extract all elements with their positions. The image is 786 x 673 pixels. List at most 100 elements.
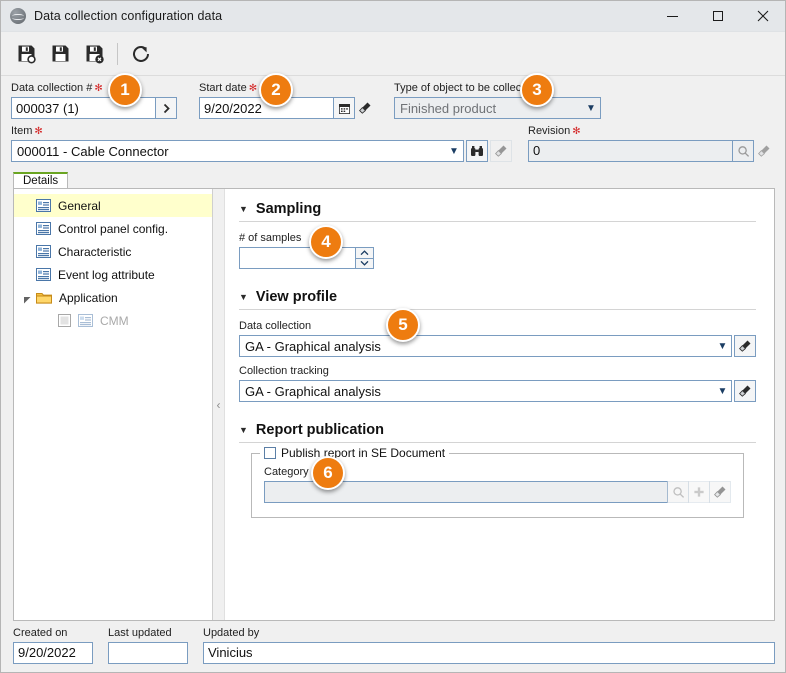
publish-report-checkbox[interactable] <box>264 447 276 459</box>
close-button[interactable] <box>740 1 785 32</box>
maximize-icon <box>712 11 723 21</box>
section-header-sampling[interactable]: ▼ Sampling <box>239 201 756 217</box>
data-collection-next-button[interactable] <box>155 97 177 119</box>
tree-item-label: Application <box>59 290 118 305</box>
details-panel: General Control panel config. Characteri… <box>13 188 775 621</box>
category-search-button[interactable] <box>667 481 689 503</box>
callout-badge-1: 1 <box>108 73 142 107</box>
brush-icon <box>714 486 726 498</box>
chevron-right-icon <box>163 103 170 113</box>
revision-label: Revision ✻ <box>528 125 775 138</box>
magnifier-icon <box>672 486 684 498</box>
tree-item-label: Event log attribute <box>58 267 155 282</box>
revision-value: 0 <box>533 143 541 158</box>
tree-item-application[interactable]: Application <box>14 286 212 309</box>
type-of-object-select[interactable]: Finished product ▼ <box>394 97 601 119</box>
refresh-icon <box>133 45 149 62</box>
last-updated-value-box[interactable] <box>108 642 188 664</box>
section-title: View profile <box>255 289 338 305</box>
tree-item-cmm[interactable]: CMM <box>14 309 212 332</box>
item-value: 000011 - Cable Connector <box>17 143 169 159</box>
type-of-object-label: Type of object to be collected ✻ <box>394 82 601 95</box>
view-profile-data-collection-value: GA - Graphical analysis <box>245 338 381 354</box>
category-clear-button[interactable] <box>709 481 731 503</box>
toolbar-divider <box>117 42 118 65</box>
section-divider <box>239 221 756 222</box>
tree-item-control-panel-config[interactable]: Control panel config. <box>14 217 212 240</box>
form-icon <box>36 199 51 212</box>
tree-item-general[interactable]: General <box>14 194 212 217</box>
minimize-icon <box>667 15 678 17</box>
section-header-view-profile[interactable]: ▼ View profile <box>239 289 756 305</box>
folder-icon <box>36 291 52 304</box>
section-divider <box>239 442 756 443</box>
binoculars-icon <box>471 146 483 156</box>
type-of-object-value: Finished product <box>400 100 497 116</box>
item-select[interactable]: 000011 - Cable Connector ▼ <box>11 140 464 162</box>
last-updated-field-group: Last updated <box>108 627 188 664</box>
maximize-button[interactable] <box>695 1 740 32</box>
callout-badge-2: 2 <box>259 73 293 107</box>
save-and-exit-button[interactable] <box>77 37 111 71</box>
collection-tracking-select[interactable]: GA - Graphical analysis ▼ <box>239 380 733 402</box>
revision-search-button[interactable] <box>732 140 754 162</box>
created-on-value: 9/20/2022 <box>18 645 76 660</box>
section-title: Sampling <box>255 201 322 217</box>
window-controls <box>650 1 785 32</box>
section-header-report-publication[interactable]: ▼ Report publication <box>239 422 756 438</box>
collection-tracking-value: GA - Graphical analysis <box>245 383 381 399</box>
data-collection-label-text: Data collection # <box>11 82 93 94</box>
application-window: Data collection configuration data Data … <box>0 0 786 673</box>
updated-by-value-box[interactable]: Vinicius <box>203 642 775 664</box>
refresh-button[interactable] <box>124 37 158 71</box>
brush-icon <box>739 385 751 397</box>
view-profile-data-collection-select[interactable]: GA - Graphical analysis ▼ <box>239 335 733 357</box>
required-marker: ✻ <box>94 82 103 94</box>
spinner-down-button[interactable] <box>355 258 374 269</box>
callout-badge-5: 5 <box>386 308 420 342</box>
collection-tracking-clear-button[interactable] <box>734 380 756 402</box>
required-marker: ✻ <box>572 125 581 137</box>
expander-collapse-icon[interactable] <box>23 293 32 304</box>
start-date-calendar-button[interactable] <box>333 97 355 119</box>
tree-item-characteristic[interactable]: Characteristic <box>14 240 212 263</box>
start-date-clear-button[interactable] <box>354 97 376 119</box>
checkbox-icon[interactable] <box>58 314 71 327</box>
view-profile-data-collection-clear-button[interactable] <box>734 335 756 357</box>
updated-by-value: Vinicius <box>208 645 253 660</box>
calendar-icon <box>338 103 350 114</box>
publish-report-legend[interactable]: Publish report in SE Document <box>260 446 450 460</box>
item-field-group: Item ✻ 000011 - Cable Connector ▼ <box>11 125 512 162</box>
category-add-button[interactable] <box>688 481 710 503</box>
callout-badge-6: 6 <box>311 456 345 490</box>
item-clear-button[interactable] <box>490 140 512 162</box>
chevron-down-icon <box>360 261 369 266</box>
save-button[interactable] <box>43 37 77 71</box>
panel-splitter[interactable]: ‹ <box>213 189 225 620</box>
created-on-value-box[interactable]: 9/20/2022 <box>13 642 93 664</box>
num-samples-spinner[interactable] <box>355 247 374 269</box>
item-search-button[interactable] <box>466 140 488 162</box>
created-on-field-group: Created on 9/20/2022 <box>13 627 93 664</box>
section-title: Report publication <box>255 422 385 438</box>
data-collection-field-group: Data collection # ✻ <box>11 82 177 119</box>
revision-input[interactable]: 0 <box>528 140 733 162</box>
window-title: Data collection configuration data <box>34 9 223 23</box>
tab-details[interactable]: Details <box>13 172 69 189</box>
details-content: ▼ Sampling # of samples ▼ View profile D… <box>225 189 774 620</box>
tree-item-event-log-attribute[interactable]: Event log attribute <box>14 263 212 286</box>
minimize-button[interactable] <box>650 1 695 32</box>
chevron-down-icon: ▼ <box>717 340 728 352</box>
triangle-down-icon: ▼ <box>239 292 248 302</box>
chevron-down-icon: ▼ <box>586 102 596 114</box>
spinner-up-button[interactable] <box>355 247 374 259</box>
chevron-down-icon: ▼ <box>449 145 459 157</box>
updated-by-field-group: Updated by Vinicius <box>203 627 775 664</box>
view-profile-data-collection-group: Data collection GA - Graphical analysis … <box>239 320 756 357</box>
floppy-close-icon <box>86 45 104 64</box>
title-bar: Data collection configuration data <box>1 1 785 32</box>
magnifier-icon <box>737 145 749 157</box>
save-and-new-button[interactable] <box>9 37 43 71</box>
revision-clear-button[interactable] <box>753 140 775 162</box>
brush-icon <box>758 145 770 157</box>
